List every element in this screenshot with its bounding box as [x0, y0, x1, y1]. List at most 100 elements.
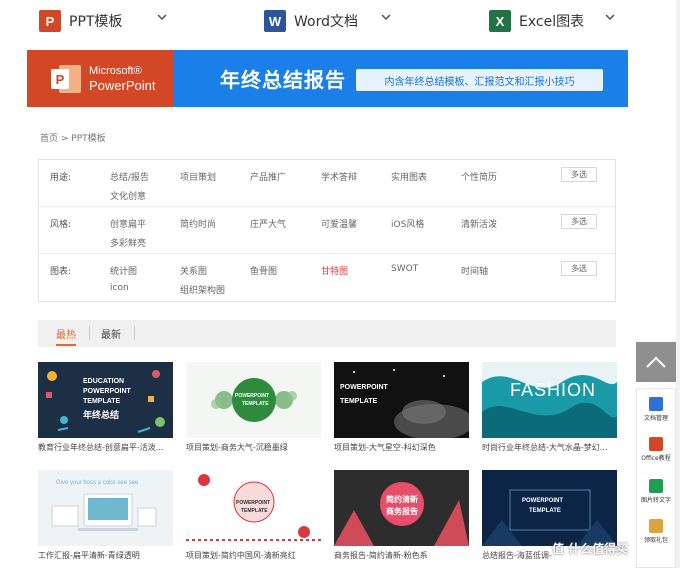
scrollbar[interactable]	[676, 0, 680, 568]
tab-new[interactable]: 最新	[101, 326, 121, 341]
template-caption[interactable]: 项目策划-大气星空-科幻深色	[334, 442, 469, 453]
filter-option[interactable]: 清新活泼	[461, 217, 497, 230]
multi-select-button[interactable]: 多选	[561, 167, 597, 182]
template-caption[interactable]: 商务报告-简约清新-粉色系	[334, 550, 469, 561]
top-navigation: P PPT模板 W Word文档 X Excel图表	[0, 0, 680, 42]
template-card[interactable]: EDUCATION POWERPOINT TEMPLATE 年终总结 教育行业年…	[38, 362, 173, 453]
thumb-text: POWERPOINT	[236, 500, 271, 506]
filter-option[interactable]: 创意扁平	[110, 217, 146, 230]
template-caption[interactable]: 教育行业年终总结-创意扁平-活泼...	[38, 442, 173, 453]
thumb-text: POWERPOINT	[235, 393, 270, 399]
thumb-text: TEMPLATE	[340, 398, 378, 405]
back-to-top-button[interactable]	[636, 342, 676, 382]
side-item-gift[interactable]: 领取礼包	[637, 519, 675, 544]
template-thumbnail[interactable]: FASHION	[482, 362, 617, 438]
filter-label: 图表:	[50, 267, 72, 277]
template-thumbnail[interactable]: EDUCATION POWERPOINT TEMPLATE 年终总结	[38, 362, 173, 438]
template-card[interactable]: POWERPOINT TEMPLATE 项目策划-大气星空-科幻深色	[334, 362, 469, 453]
thumb-text: POWERPOINT	[340, 384, 388, 391]
tab-hot[interactable]: 最热	[56, 326, 76, 341]
filter-option[interactable]: SWOT	[391, 264, 418, 274]
nav-excel[interactable]: X Excel图表	[489, 8, 584, 34]
filter-row-usage: 用途: 总结/报告 项目策划 产品推广 学术答辩 实用图表 个性简历 文化创意 …	[39, 160, 615, 207]
filter-option[interactable]: 简约时尚	[180, 217, 216, 230]
filter-option-active[interactable]: 甘特图	[321, 264, 348, 277]
chevron-down-icon[interactable]	[603, 10, 617, 24]
tab-divider	[89, 326, 90, 340]
template-thumbnail[interactable]: POWERPOINT TEMPLATE	[186, 470, 321, 546]
filter-option[interactable]: 项目策划	[180, 170, 216, 183]
thumb-text: TEMPLATE	[241, 508, 268, 514]
template-caption[interactable]: 项目策划-简约中国风-清新亮红	[186, 550, 321, 561]
chevron-down-icon[interactable]	[379, 10, 393, 24]
template-thumbnail[interactable]: POWERPOINT TEMPLATE	[186, 362, 321, 438]
template-card[interactable]: Give your boss a color see see 工作汇报-扁平清新…	[38, 470, 173, 561]
multi-select-button[interactable]: 多选	[561, 261, 597, 276]
filter-option[interactable]: 个性简历	[461, 170, 497, 183]
side-item-office-tutorial[interactable]: Office教程	[637, 437, 675, 462]
watermark-text: 值 什么值得买	[552, 542, 629, 556]
template-card[interactable]: POWERPOINT TEMPLATE 项目策划-简约中国风-清新亮红	[186, 470, 321, 561]
side-item-image-to-text[interactable]: 图片转文字	[637, 479, 675, 504]
filter-option[interactable]: 文化创意	[110, 189, 146, 202]
promo-banner[interactable]: P Microsoft® PowerPoint 年终总结报告 内含年终总结模板、…	[27, 50, 628, 107]
nav-word[interactable]: W Word文档	[264, 8, 358, 34]
filter-option[interactable]: 实用图表	[391, 170, 427, 183]
template-thumbnail[interactable]: Give your boss a color see see	[38, 470, 173, 546]
filter-option[interactable]: 统计图	[110, 264, 137, 277]
thumb-text: FASHION	[510, 380, 597, 400]
tab-divider	[134, 326, 135, 340]
multi-select-button[interactable]: 多选	[561, 214, 597, 229]
filter-row-chart: 图表: 统计图 关系图 鱼骨图 甘特图 SWOT 时间轴 icon 组织架构图 …	[39, 254, 615, 301]
filter-option[interactable]: iOS风格	[391, 217, 424, 230]
filter-option[interactable]: 组织架构图	[180, 283, 225, 296]
chevron-up-icon	[646, 356, 666, 368]
breadcrumb[interactable]: 首页 > PPT模板	[40, 131, 106, 144]
template-card[interactable]: FASHION 时尚行业年终总结-大气水晶-梦幻...	[482, 362, 617, 453]
template-card[interactable]: 简约清新 商务报告 商务报告-简约清新-粉色系	[334, 470, 469, 561]
side-item-label: 文档管理	[643, 415, 668, 422]
thumb-text: 商务报告	[386, 507, 418, 516]
thumb-text: EDUCATION	[83, 378, 125, 385]
template-thumbnail[interactable]: POWERPOINT TEMPLATE	[482, 470, 617, 546]
banner-title: 年终总结报告	[220, 68, 346, 92]
sort-tabs: 最热 最新	[38, 320, 616, 347]
filter-option[interactable]: 庄严大气	[250, 217, 286, 230]
filter-option[interactable]: 总结/报告	[110, 170, 149, 183]
side-item-document-manage[interactable]: 文档管理	[637, 397, 675, 422]
thumbnail-art	[211, 378, 297, 422]
filter-option[interactable]: 时间轴	[461, 264, 488, 277]
filter-option[interactable]: 产品推广	[250, 170, 286, 183]
filter-option[interactable]: 可爱温馨	[321, 217, 357, 230]
active-tab-indicator	[56, 344, 76, 346]
nav-ppt[interactable]: P PPT模板	[39, 8, 122, 34]
svg-text:P: P	[56, 72, 65, 87]
filter-label: 风格:	[50, 220, 72, 230]
microsoft-text: Microsoft®	[89, 65, 142, 77]
side-item-label: 领取礼包	[643, 537, 668, 544]
nav-excel-label: Excel图表	[519, 14, 585, 30]
template-caption[interactable]: 时尚行业年终总结-大气水晶-梦幻...	[482, 442, 617, 453]
thumb-text: Give your boss a color see see	[56, 480, 139, 486]
thumb-text: TEMPLATE	[83, 398, 121, 405]
template-card[interactable]: POWERPOINT TEMPLATE 项目策划-商务大气-沉稳墨绿	[186, 362, 321, 453]
filter-option[interactable]: 关系图	[180, 264, 207, 277]
filter-option[interactable]: 鱼骨图	[250, 264, 277, 277]
filter-option[interactable]: 学术答辩	[321, 170, 357, 183]
banner-pill[interactable]: 内含年终总结模板、汇报范文和汇报小技巧	[356, 69, 603, 91]
thumb-text: 年终总结	[83, 411, 120, 421]
template-thumbnail[interactable]: 简约清新 商务报告	[334, 470, 469, 546]
filter-option[interactable]: icon	[110, 283, 129, 293]
excel-app-icon: X	[489, 10, 511, 32]
chevron-down-icon[interactable]	[155, 10, 169, 24]
document-manage-icon	[649, 397, 663, 411]
nav-ppt-label: PPT模板	[69, 14, 123, 30]
template-caption[interactable]: 项目策划-商务大气-沉稳墨绿	[186, 442, 321, 453]
filter-option[interactable]: 多彩鲜亮	[110, 236, 146, 249]
word-app-icon: W	[264, 10, 286, 32]
template-caption[interactable]: 工作汇报-扁平清新-青绿透明	[38, 550, 173, 561]
template-thumbnail[interactable]: POWERPOINT TEMPLATE	[334, 362, 469, 438]
thumb-text: 简约清新	[386, 495, 418, 504]
powerpoint-brand-block: P Microsoft® PowerPoint	[27, 50, 174, 107]
thumb-text: POWERPOINT	[522, 498, 564, 504]
